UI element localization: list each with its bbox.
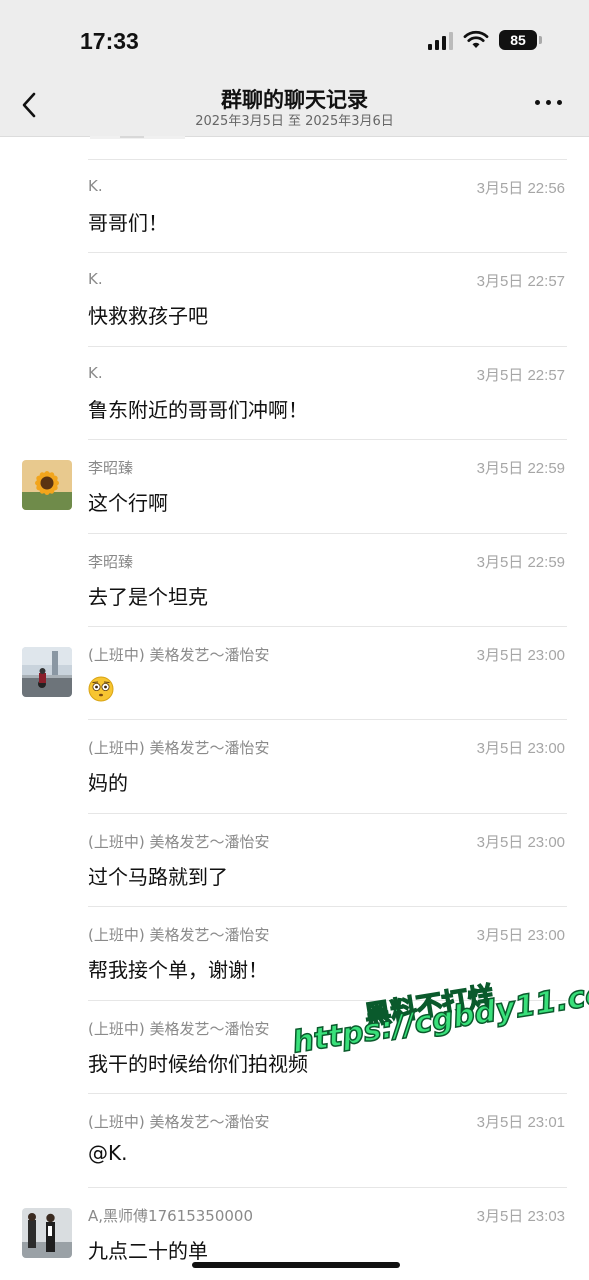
message-time: 3月5日 23:03 [476,1208,565,1225]
wifi-icon [463,30,489,48]
message-text: 妈的 [88,771,128,795]
sender-name: 李昭臻 [88,459,134,477]
message-time: 3月5日 22:57 [476,367,565,384]
message-text: 这个行啊 [88,491,168,515]
people-avatar[interactable] [22,1208,72,1258]
message-divider [88,813,567,814]
sunflower-avatar[interactable] [22,460,72,510]
message-divider [88,1187,567,1188]
sender-name: (上班中) 美格发艺～潘怡安 [88,1113,270,1131]
sender-name: (上班中) 美格发艺～潘怡安 [88,646,270,664]
chat-message[interactable]: K. 3月5日 22:56 哥哥们！ [0,159,589,252]
message-divider [88,1093,567,1094]
message-time: 3月5日 23:00 [476,927,565,944]
message-text: 过个马路就到了 [88,865,228,889]
home-indicator[interactable] [192,1262,400,1268]
message-text: 我干的时候给你们拍视频 [88,1052,308,1076]
chat-message[interactable]: 李昭臻 3月5日 22:59 去了是个坦克 [0,533,589,626]
message-text: 快救救孩子吧 [88,304,208,328]
battery-indicator: 85 [499,30,542,50]
motorcycle-avatar[interactable] [22,647,72,697]
message-time: 3月5日 23:00 [476,647,565,664]
message-text: 去了是个坦克 [88,585,208,609]
message-text: 帮我接个单，谢谢！ [88,958,268,982]
message-divider [88,252,567,253]
message-divider [88,719,567,720]
message-divider [88,533,567,534]
chat-message[interactable]: (上班中) 美格发艺～潘怡安 3月5日 23:00 [0,626,589,719]
sender-name: A,黑师傅17615350000 [88,1207,254,1225]
message-time: 3月5日 22:59 [476,460,565,477]
cellular-signal-icon [428,30,453,50]
date-range-subtitle: 2025年3月5日 至 2025年3月6日 [195,114,394,129]
sender-name: (上班中) 美格发艺～潘怡安 [88,926,270,944]
previous-message-fragment [90,136,185,139]
message-text [88,674,114,702]
status-time: 17:33 [80,28,139,54]
chat-message[interactable]: (上班中) 美格发艺～潘怡安 3月5日 23:01 @K. [0,1093,589,1186]
message-time: 3月5日 22:59 [476,554,565,571]
sender-name: K. [88,364,103,382]
chat-message[interactable]: K. 3月5日 22:57 鲁东附近的哥哥们冲啊！ [0,346,589,439]
message-text: 九点二十的单 [88,1239,208,1263]
message-divider [88,626,567,627]
message-time: 3月5日 23:01 [476,1114,565,1131]
sender-name: 李昭臻 [88,553,134,571]
chat-message[interactable]: (上班中) 美格发艺～潘怡安 3月5日 23:00 帮我接个单，谢谢！ [0,906,589,999]
flushed-face-emoji-icon [88,676,114,702]
message-time: 3月5日 22:57 [476,273,565,290]
chat-message[interactable]: 李昭臻 3月5日 22:59 这个行啊 [0,439,589,532]
sender-name: (上班中) 美格发艺～潘怡安 [88,833,270,851]
sender-name: (上班中) 美格发艺～潘怡安 [88,739,270,757]
message-divider [88,346,567,347]
message-divider [88,906,567,907]
more-dot-icon [535,100,540,105]
sender-name: (上班中) 美格发艺～潘怡安 [88,1020,270,1038]
chat-message[interactable]: (上班中) 美格发艺～潘怡安 3月5日 23:00 妈的 [0,719,589,812]
message-text: @K. [88,1141,128,1165]
message-time: 3月5日 23:00 [476,834,565,851]
message-text: 哥哥们！ [88,211,168,235]
sender-name: K. [88,177,103,195]
sender-name: K. [88,270,103,288]
more-dot-icon [546,100,551,105]
nav-header: 17:33 85 群聊的聊天记录 2025年3月5日 至 2025年3月6日 [0,0,589,137]
more-options-button[interactable] [535,96,565,110]
more-dot-icon [557,100,562,105]
message-time: 3月5日 22:56 [476,180,565,197]
chat-message[interactable]: K. 3月5日 22:57 快救救孩子吧 [0,252,589,345]
message-time: 3月5日 23:00 [476,740,565,757]
message-divider [88,439,567,440]
status-icons: 85 [428,30,542,50]
chat-message[interactable]: (上班中) 美格发艺～潘怡安 3月5日 23:00 过个马路就到了 [0,813,589,906]
message-text: 鲁东附近的哥哥们冲啊！ [88,398,308,422]
message-divider [88,159,567,160]
